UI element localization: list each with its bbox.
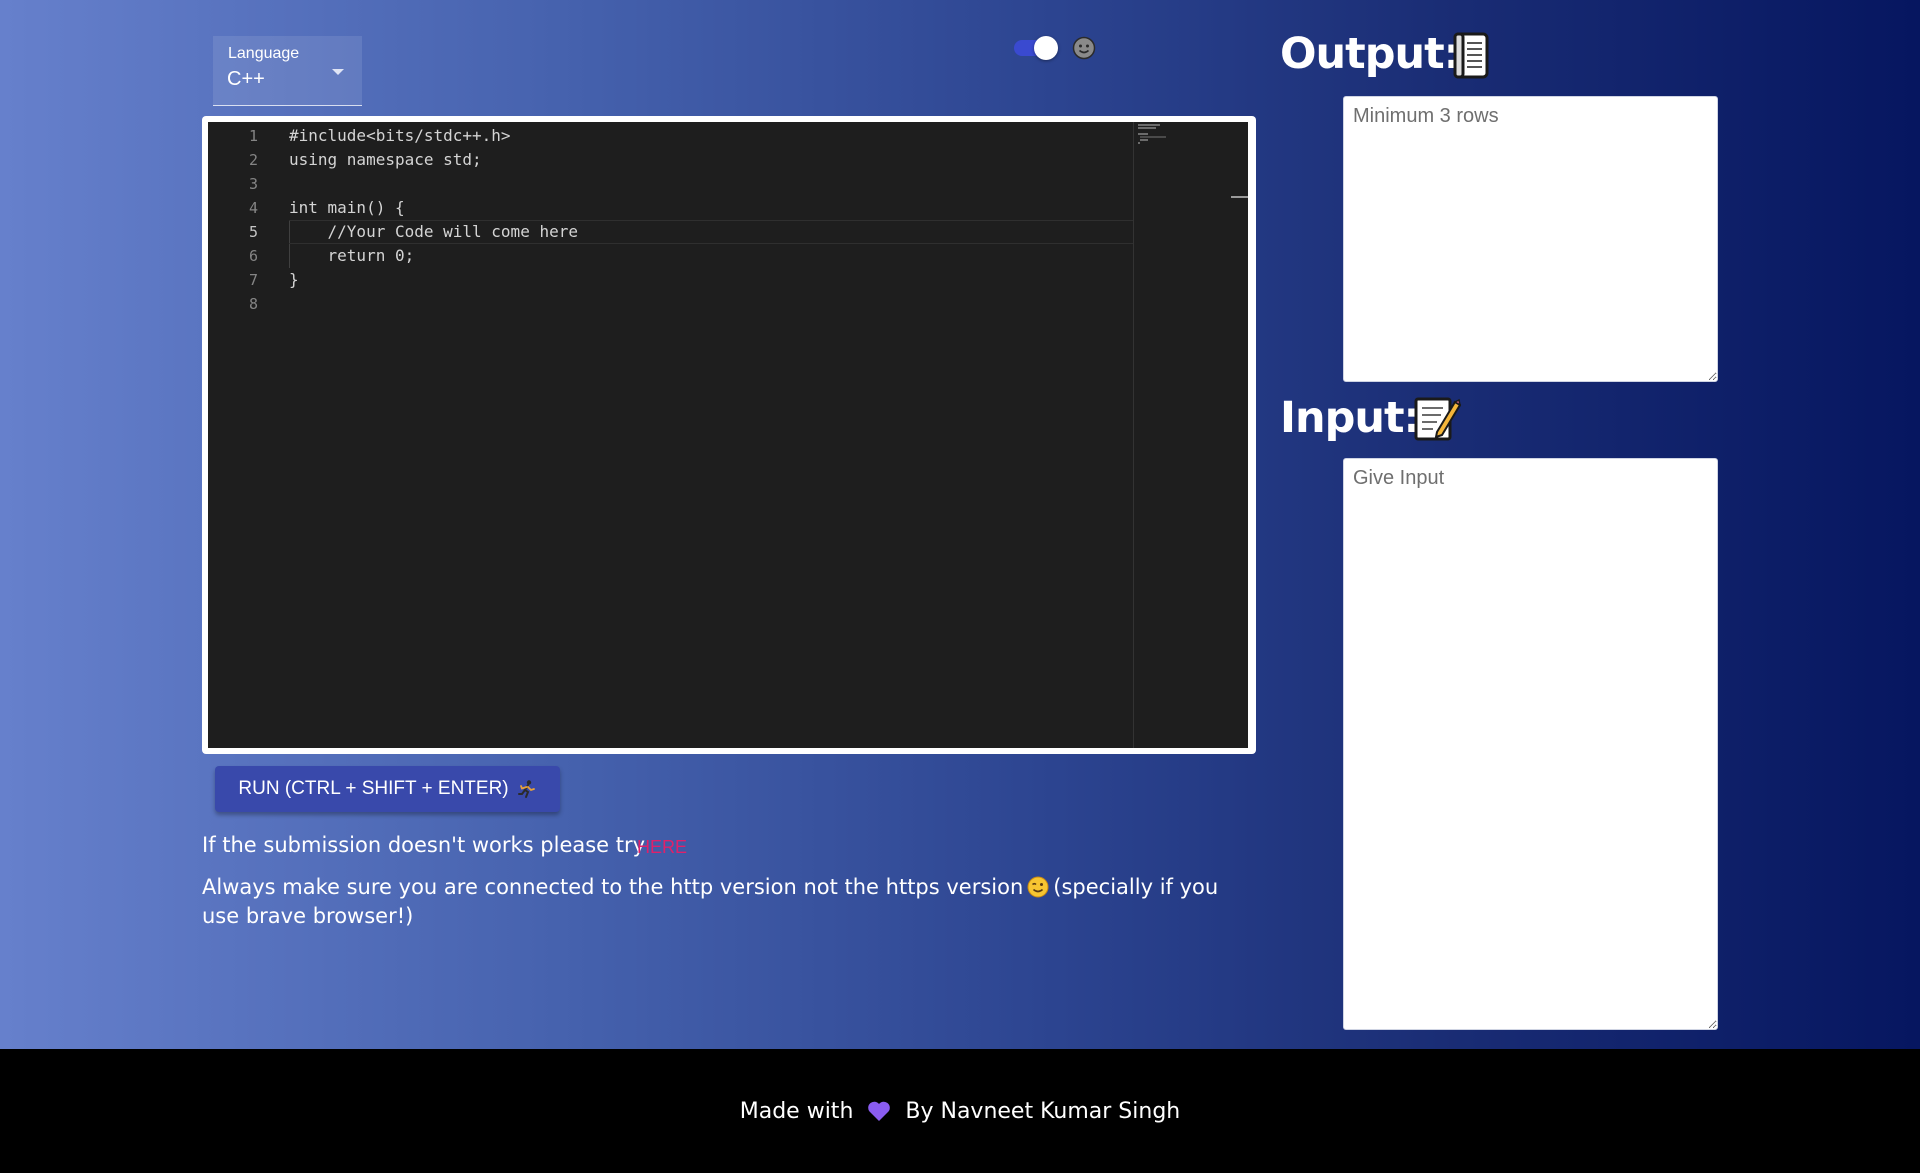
input-textarea[interactable] <box>1343 458 1718 1030</box>
code-line[interactable] <box>289 172 1133 196</box>
theme-toggle[interactable] <box>1011 35 1059 60</box>
run-button[interactable]: RUN (CTRL + SHIFT + ENTER) <box>215 766 560 812</box>
page: Language C++ 1 2 3 4 5 6 7 8 #include<bi… <box>0 0 1920 1173</box>
code-line[interactable]: #include<bits/stdc++.h> <box>289 124 1133 148</box>
line-number: 1 <box>248 127 258 145</box>
minimap-line <box>1138 127 1156 129</box>
minimap-line <box>1140 136 1166 138</box>
line-number: 3 <box>248 175 258 193</box>
line-number: 4 <box>248 199 258 217</box>
language-select-value: C++ <box>227 68 265 90</box>
language-select-label: Language <box>228 45 300 62</box>
line-number: 8 <box>248 295 258 313</box>
code-line[interactable] <box>289 292 1133 316</box>
run-button-label: RUN (CTRL + SHIFT + ENTER) <box>238 778 509 799</box>
dropdown-arrow-icon <box>332 69 344 75</box>
input-title: Input: <box>1280 393 1421 443</box>
code-line[interactable]: using namespace std; <box>289 148 1133 172</box>
http-note-text: Always make sure you are connected to th… <box>202 875 1024 899</box>
output-textarea[interactable] <box>1343 96 1718 382</box>
minimap-line <box>1140 139 1148 141</box>
runner-icon <box>517 780 535 798</box>
line-number: 2 <box>248 151 258 169</box>
language-select[interactable]: Language C++ <box>213 36 362 106</box>
moon-face-icon <box>1072 36 1096 60</box>
code-line[interactable]: int main() { <box>289 196 1133 220</box>
scrollbar-marker[interactable] <box>1231 196 1248 198</box>
code-editor[interactable]: 1 2 3 4 5 6 7 8 #include<bits/stdc++.h> … <box>208 122 1248 748</box>
footer-author: By Navneet Kumar Singh <box>905 1098 1181 1124</box>
purple-heart-icon <box>868 1101 891 1121</box>
code-lines[interactable]: #include<bits/stdc++.h> using namespace … <box>289 124 1133 316</box>
minimap-line <box>1138 133 1148 135</box>
http-note: Always make sure you are connected to th… <box>202 873 1262 931</box>
code-line-current[interactable]: //Your Code will come here <box>289 220 1133 244</box>
page-facing-up-icon <box>1453 32 1489 79</box>
winking-face-icon <box>1027 876 1049 898</box>
here-link[interactable]: HERE <box>637 837 687 858</box>
minimap-line <box>1138 142 1140 144</box>
main-area: Language C++ 1 2 3 4 5 6 7 8 #include<bi… <box>0 0 1920 1049</box>
editor-minimap[interactable] <box>1133 122 1230 748</box>
minimap-line <box>1138 124 1160 126</box>
footer-made-with: Made with <box>739 1098 854 1124</box>
toggle-knob <box>1034 36 1058 60</box>
submission-note: If the submission doesn't works please t… <box>202 833 646 857</box>
code-line[interactable]: return 0; <box>289 244 1133 268</box>
code-line[interactable]: } <box>289 268 1133 292</box>
footer: Made with By Navneet Kumar Singh <box>0 1049 1920 1173</box>
line-number-active: 5 <box>248 223 258 241</box>
line-number: 6 <box>248 247 258 265</box>
line-number-gutter: 1 2 3 4 5 6 7 8 <box>208 124 258 316</box>
output-title: Output: <box>1280 29 1461 79</box>
editor-frame: 1 2 3 4 5 6 7 8 #include<bits/stdc++.h> … <box>202 116 1256 754</box>
line-number: 7 <box>248 271 258 289</box>
memo-icon <box>1414 397 1461 441</box>
